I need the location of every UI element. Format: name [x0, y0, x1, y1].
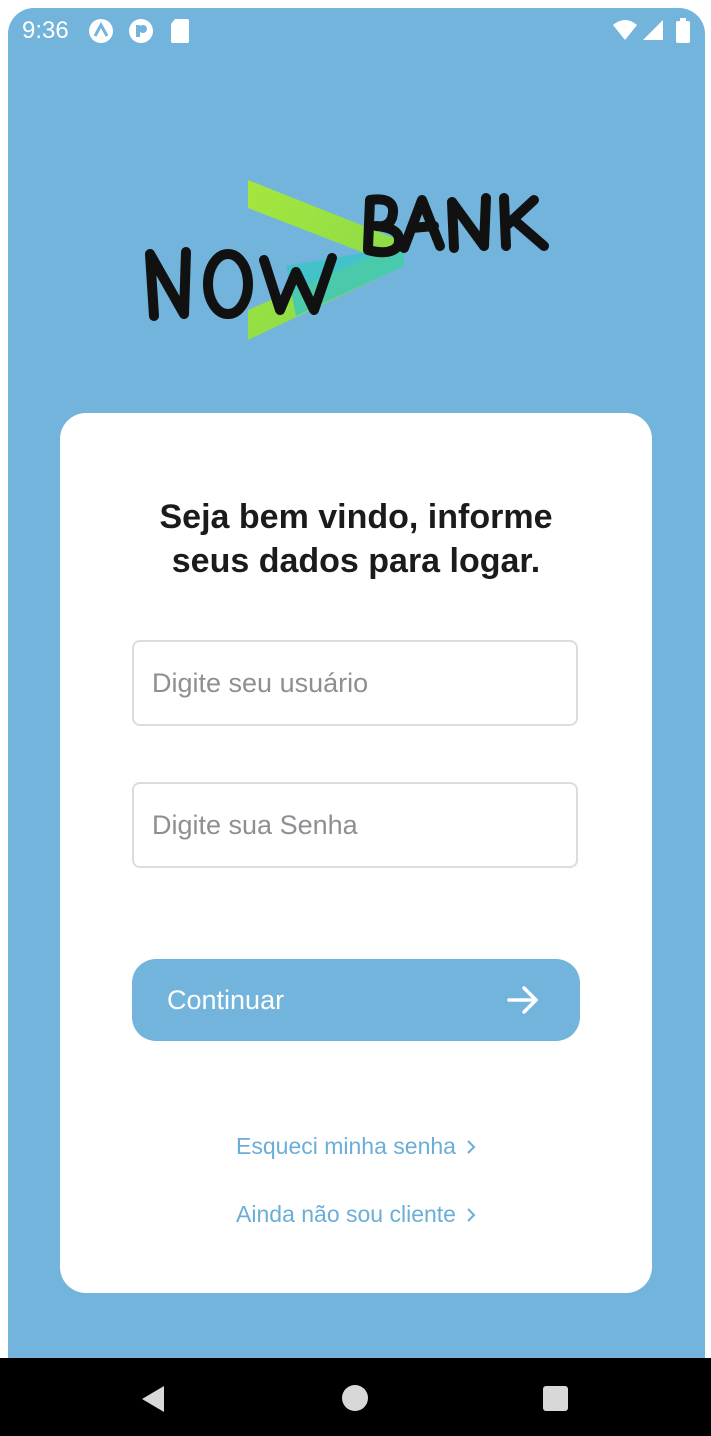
- app-a-icon: [88, 18, 114, 51]
- not-client-label: Ainda não sou cliente: [236, 1201, 456, 1227]
- recents-icon[interactable]: [542, 1385, 569, 1417]
- chevron-right-icon: [466, 1202, 476, 1229]
- welcome-line-1: Seja bem vindo, informe: [159, 498, 553, 536]
- forgot-password-link[interactable]: Esqueci minha senha: [60, 1133, 652, 1161]
- back-icon[interactable]: [140, 1384, 166, 1419]
- not-client-link[interactable]: Ainda não sou cliente: [60, 1201, 652, 1229]
- continue-label: Continuar: [167, 984, 285, 1015]
- navigation-bar: [0, 1358, 711, 1436]
- nowbank-logo: [136, 176, 576, 356]
- username-input[interactable]: [132, 640, 578, 726]
- home-icon[interactable]: [341, 1384, 369, 1417]
- chevron-right-icon: [466, 1134, 476, 1161]
- status-time: 9:36: [22, 17, 69, 44]
- cell-signal-icon: [642, 18, 664, 49]
- welcome-heading: Seja bem vindo, informe seus dados para …: [60, 495, 652, 583]
- screen: 9:36 Seja bem vindo, informe seus dados …: [8, 8, 705, 1436]
- welcome-line-2: seus dados para logar.: [171, 542, 541, 580]
- app-p-icon: [128, 18, 154, 51]
- arrow-right-icon: [506, 985, 540, 1022]
- password-input[interactable]: [132, 782, 578, 868]
- login-card: Seja bem vindo, informe seus dados para …: [60, 413, 652, 1293]
- status-bar: 9:36: [8, 8, 705, 52]
- battery-icon: [675, 18, 691, 51]
- continue-button[interactable]: Continuar: [132, 959, 580, 1041]
- sd-card-icon: [170, 18, 190, 51]
- forgot-password-label: Esqueci minha senha: [236, 1133, 456, 1159]
- wifi-icon: [612, 18, 638, 49]
